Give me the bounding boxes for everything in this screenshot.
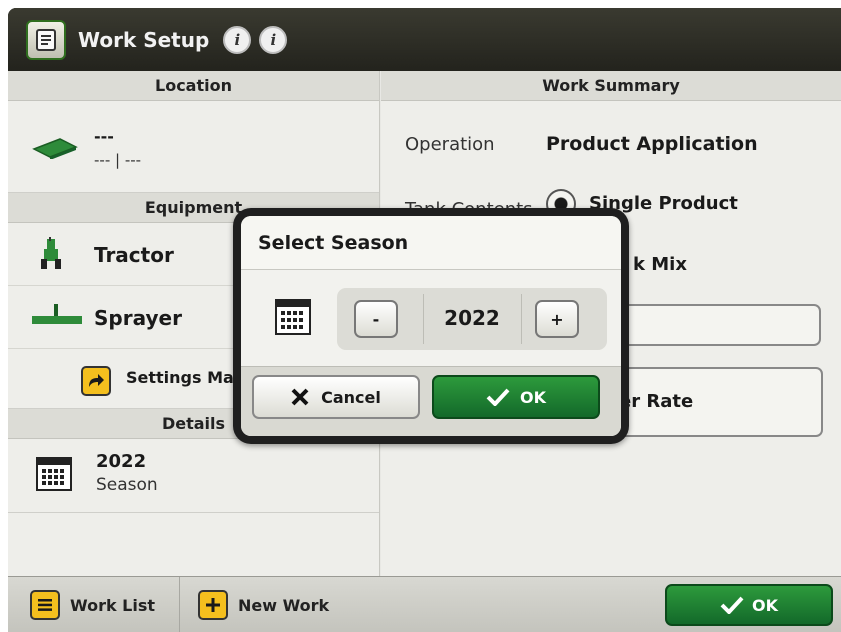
dialog-body: Select Season - 2022 + Cancel OK <box>241 216 621 436</box>
close-icon <box>291 388 309 406</box>
dialog-title: Select Season <box>241 216 621 270</box>
footer-ok-button[interactable]: OK <box>665 584 833 626</box>
work-setup-app-icon <box>26 19 66 60</box>
increment-button[interactable]: + <box>535 300 579 338</box>
info-detail-icon[interactable]: i <box>259 25 288 54</box>
location-header: Location <box>8 71 379 101</box>
dialog-actions: Cancel OK <box>241 366 621 436</box>
sprayer-label: Sprayer <box>94 306 182 330</box>
location-row[interactable]: --- --- | --- <box>8 101 379 193</box>
season-stepper: - 2022 + <box>337 288 607 350</box>
location-name: --- <box>94 127 114 146</box>
tractor-icon <box>41 237 61 269</box>
decrement-button[interactable]: - <box>354 300 398 338</box>
work-list-button[interactable]: Work List <box>30 577 181 632</box>
footer-bar: Work List New Work OK <box>8 576 841 632</box>
tank-mix-label: k Mix <box>633 254 687 275</box>
season-label: Season <box>96 475 158 495</box>
footer-ok-label: OK <box>752 595 778 615</box>
arrow-icon[interactable] <box>81 366 111 396</box>
select-season-dialog: Select Season - 2022 + Cancel OK <box>233 208 629 444</box>
cancel-button[interactable]: Cancel <box>252 375 420 419</box>
checkmark-icon <box>486 388 510 406</box>
stepper-divider <box>521 294 522 344</box>
work-summary-header: Work Summary <box>381 71 841 101</box>
sprayer-icon <box>32 304 82 324</box>
ok-button[interactable]: OK <box>432 375 600 419</box>
cancel-label: Cancel <box>321 387 381 407</box>
list-icon <box>30 590 60 620</box>
rate-label: er Rate <box>619 391 694 412</box>
ok-label: OK <box>520 387 546 407</box>
window-title: Work Setup <box>78 27 210 52</box>
tractor-label: Tractor <box>94 243 174 267</box>
info-icon[interactable]: i <box>223 25 252 54</box>
plus-icon <box>198 590 228 620</box>
season-value: 2022 <box>96 451 147 472</box>
field-icon <box>32 138 78 159</box>
operation-value[interactable]: Product Application <box>546 133 758 155</box>
new-work-button[interactable]: New Work <box>198 577 329 632</box>
season-row[interactable]: 2022 Season <box>8 439 379 513</box>
work-list-label: Work List <box>70 595 156 615</box>
location-detail: --- | --- <box>94 151 142 169</box>
product-input[interactable] <box>599 304 821 346</box>
checkmark-icon <box>720 596 744 614</box>
title-bar: Work Setup i i <box>8 8 841 71</box>
calendar-icon <box>275 299 311 335</box>
operation-label: Operation <box>405 134 495 155</box>
season-year-value: 2022 <box>444 306 500 330</box>
new-work-label: New Work <box>238 595 330 615</box>
calendar-icon <box>36 457 72 491</box>
